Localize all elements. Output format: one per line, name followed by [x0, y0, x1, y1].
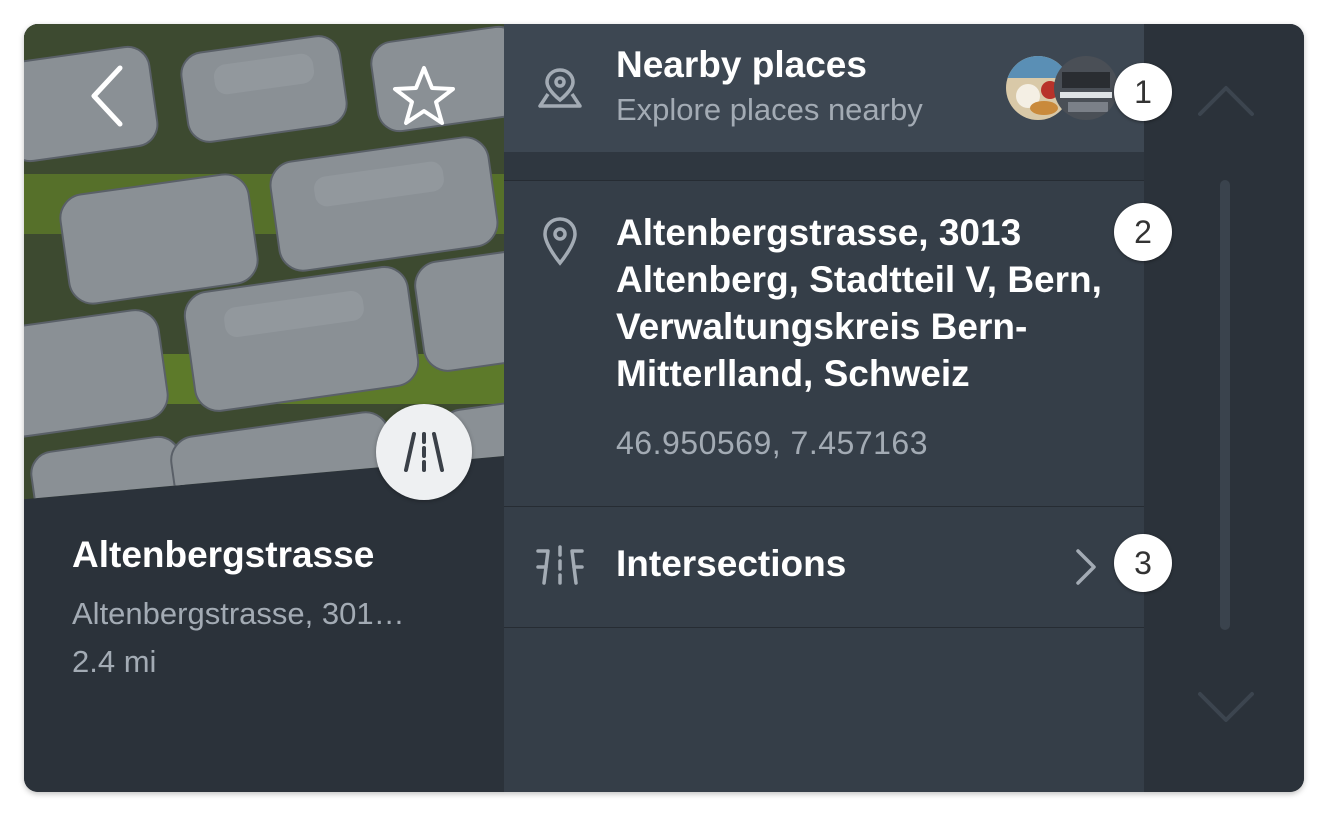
coordinates: 46.950569, 7.457163 [616, 425, 929, 461]
address-row[interactable]: Altenbergstrasse, 3013 Altenberg, Stadtt… [504, 180, 1144, 507]
nearby-places-subtitle: Explore places nearby [616, 92, 923, 127]
location-pin-icon [540, 215, 580, 267]
intersections-icon [534, 543, 586, 587]
annotation-badge-1: 1 [1114, 63, 1172, 121]
chevron-right-icon [1070, 543, 1102, 591]
place-summary-panel: Altenbergstrasse Altenbergstrasse, 301… … [24, 24, 504, 792]
scroll-down-button[interactable] [1194, 684, 1258, 732]
address-line-1: Altenbergstrasse, 3013 [616, 212, 1022, 253]
scroll-up-button[interactable] [1194, 76, 1258, 124]
full-address: Altenbergstrasse, 3013 Altenberg, Stadtt… [616, 209, 1116, 397]
chevron-down-icon [1198, 692, 1254, 722]
nearby-thumbnails [1006, 56, 1118, 120]
nearby-places-row[interactable]: Nearby places Explore places nearby [504, 24, 1144, 152]
place-title: Altenbergstrasse [72, 534, 375, 575]
section-gap [504, 152, 1144, 180]
place-distance: 2.4 mi [72, 644, 157, 679]
favorite-button[interactable] [384, 60, 464, 132]
intersections-label: Intersections [616, 543, 847, 584]
star-icon [393, 66, 455, 125]
road-button[interactable] [376, 404, 472, 500]
details-list: Nearby places Explore places nearby Alte… [504, 24, 1144, 792]
nearby-places-title: Nearby places [616, 44, 867, 85]
map-pin-icon [534, 64, 586, 112]
road-icon [404, 432, 444, 472]
back-button[interactable] [76, 60, 140, 132]
place-address-summary: Altenbergstrasse, 301… [72, 596, 405, 631]
chevron-up-icon [1198, 86, 1254, 116]
place-details-card: Altenbergstrasse Altenbergstrasse, 301… … [24, 24, 1304, 792]
scroll-controls [1144, 24, 1304, 792]
scrollbar[interactable] [1220, 180, 1230, 630]
back-chevron-icon [91, 65, 123, 127]
intersections-row[interactable]: Intersections [504, 506, 1144, 628]
address-line-3: Verwaltungskreis Bern- [616, 306, 1028, 347]
annotation-badge-2: 2 [1114, 203, 1172, 261]
annotation-badge-3: 3 [1114, 534, 1172, 592]
nearby-thumbnail-restaurant [1054, 56, 1118, 120]
address-line-2: Altenberg, Stadtteil V, Bern, [616, 259, 1102, 300]
address-line-4: Mitterlland, Schweiz [616, 353, 970, 394]
